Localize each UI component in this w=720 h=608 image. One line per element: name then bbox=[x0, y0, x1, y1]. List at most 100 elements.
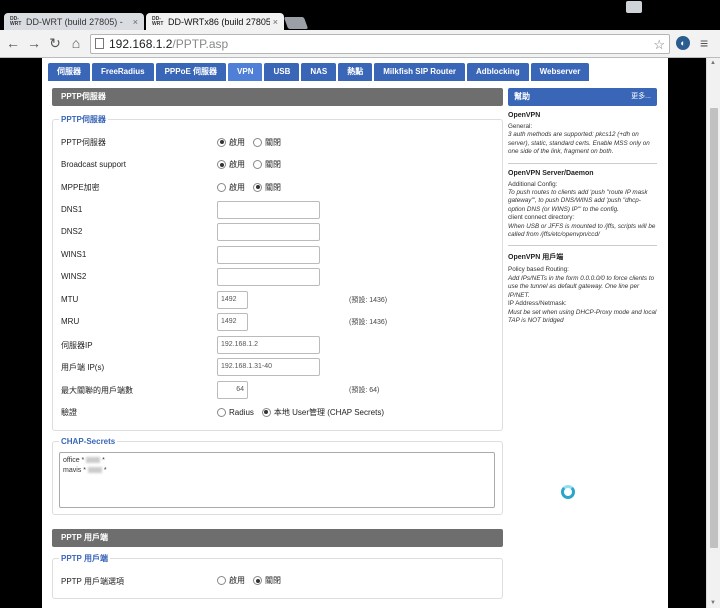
help-text: Additional Config: bbox=[508, 180, 558, 188]
address-bar[interactable]: 192.168.1.2/PPTP.asp ☆ bbox=[90, 34, 670, 54]
nav-item-usb[interactable]: USB bbox=[264, 63, 300, 81]
chap-line-2: mavis * * bbox=[63, 466, 107, 474]
enable-label: 啟用 bbox=[229, 576, 245, 586]
label-wins2: WINS2 bbox=[61, 272, 87, 281]
label-broadcast: Broadcast support bbox=[61, 159, 126, 169]
pptp-client-enable-radio[interactable] bbox=[217, 576, 226, 586]
chrome-menu-icon[interactable]: ≡ bbox=[700, 35, 708, 51]
wins2-field[interactable] bbox=[217, 268, 320, 287]
nav-item-server[interactable]: 伺服器 bbox=[48, 63, 90, 81]
client-ip-field[interactable]: 192.168.1.31-40 bbox=[217, 358, 320, 377]
back-arrow-icon[interactable]: ← bbox=[5, 35, 21, 51]
tab-strip: DD-WRT DD-WRT (build 27805) - × DD-WRT D… bbox=[0, 0, 720, 30]
pptp-server-legend: PPTP伺服器 bbox=[61, 115, 106, 124]
close-tab-icon[interactable]: × bbox=[133, 17, 138, 27]
enable-label: 啟用 bbox=[229, 160, 245, 170]
browser-tab-1[interactable]: DD-WRT DD-WRT (build 27805) - × bbox=[4, 13, 144, 30]
mru-row: MRU 1492 (預設: 1436) bbox=[59, 311, 496, 334]
auth-radius-radio[interactable] bbox=[217, 407, 226, 417]
dns2-field[interactable] bbox=[217, 223, 320, 242]
pptp-server-enable-radio[interactable] bbox=[217, 137, 226, 147]
label-mru: MRU bbox=[61, 317, 80, 326]
nav-item-pppoe-server[interactable]: PPPoE 伺服器 bbox=[155, 63, 227, 81]
help-title: 幫助 bbox=[514, 92, 530, 101]
local-auth-label: 本地 User管理 (CHAP Secrets) bbox=[273, 407, 384, 417]
redacted-secret bbox=[86, 456, 101, 463]
help-section-title: OpenVPN bbox=[508, 112, 541, 119]
broadcast-enable-radio[interactable] bbox=[217, 160, 226, 170]
mtu-row: MTU 1492 (預設: 1436) bbox=[59, 289, 496, 312]
dns2-row: DNS2 bbox=[59, 221, 496, 244]
window-menu-icon[interactable] bbox=[626, 1, 642, 13]
bookmark-star-icon[interactable]: ☆ bbox=[653, 36, 665, 54]
disable-label: 關閉 bbox=[265, 182, 281, 192]
close-tab-icon[interactable]: × bbox=[273, 17, 278, 27]
pptp-server-disable-radio[interactable] bbox=[253, 137, 262, 147]
help-section-title: OpenVPN Server/Daemon bbox=[508, 169, 594, 177]
dns1-field[interactable] bbox=[217, 200, 320, 219]
ddwrt-favicon-icon: DD-WRT bbox=[152, 15, 164, 27]
wins1-row: WINS1 bbox=[59, 244, 496, 267]
home-icon[interactable]: ⌂ bbox=[68, 35, 84, 51]
nav-item-adblocking[interactable]: Adblocking bbox=[467, 63, 529, 81]
new-tab-button[interactable] bbox=[283, 17, 309, 29]
label-mtu: MTU bbox=[61, 294, 79, 304]
mru-field[interactable]: 1492 bbox=[217, 313, 248, 332]
extension-icon[interactable]: ◐ bbox=[676, 36, 690, 50]
server-ip-row: 伺服器IP 192.168.1.2 bbox=[59, 334, 496, 357]
forward-arrow-icon[interactable]: → bbox=[26, 35, 42, 51]
page-scrollbar[interactable]: ▲ ▼ bbox=[706, 58, 720, 608]
mtu-field[interactable]: 1492 bbox=[217, 290, 248, 309]
scroll-down-icon[interactable]: ▼ bbox=[710, 600, 716, 606]
max-connections-row: 最大關聯的用戶端數 64 (預設: 64) bbox=[59, 379, 496, 402]
label-dns1: DNS1 bbox=[61, 204, 83, 214]
label-auth: 驗證 bbox=[61, 408, 77, 417]
help-text: 3 auth methods are supported: pkcs12 (+d… bbox=[508, 131, 650, 156]
label-pptp-client-option: PPTP 用戶端選項 bbox=[61, 576, 124, 586]
browser-toolbar: ← → ↻ ⌂ 192.168.1.2/PPTP.asp ☆ ◐ ≡ bbox=[0, 30, 720, 58]
help-text: IP Address/Netmask: bbox=[508, 300, 567, 308]
dns1-row: DNS1 bbox=[59, 199, 496, 222]
mppe-disable-radio[interactable] bbox=[253, 182, 262, 192]
mppe-enable-radio[interactable] bbox=[217, 182, 226, 192]
label-max-connections: 最大關聯的用戶端數 bbox=[61, 385, 133, 395]
enable-label: 啟用 bbox=[229, 137, 245, 147]
nav-item-hotspot[interactable]: 熱點 bbox=[338, 63, 373, 81]
chap-secrets-legend: CHAP-Secrets bbox=[61, 436, 116, 446]
help-more-link[interactable]: 更多... bbox=[631, 88, 651, 106]
radius-label: Radius bbox=[229, 407, 254, 417]
max-connections-default-hint: (預設: 64) bbox=[349, 386, 380, 394]
label-server-ip: 伺服器IP bbox=[61, 340, 93, 350]
browser-tab-2[interactable]: DD-WRT DD-WRTx86 (build 27805 × bbox=[146, 13, 284, 30]
scrollbar-thumb[interactable] bbox=[710, 108, 718, 548]
pptp-server-row: PPTP伺服器 啟用 關閉 bbox=[59, 131, 496, 154]
nav-item-webserver[interactable]: Webserver bbox=[530, 63, 590, 81]
pptp-client-legend: PPTP 用戶端 bbox=[61, 553, 108, 563]
pptp-client-header: PPTP 用戶端 bbox=[52, 528, 503, 547]
nav-item-freeradius[interactable]: FreeRadius bbox=[92, 63, 154, 81]
label-dns2: DNS2 bbox=[61, 227, 83, 236]
disable-label: 關閉 bbox=[265, 160, 281, 170]
nav-item-vpn[interactable]: VPN bbox=[228, 63, 263, 81]
broadcast-disable-radio[interactable] bbox=[253, 160, 262, 170]
auth-local-radio[interactable] bbox=[261, 407, 271, 417]
server-ip-field[interactable]: 192.168.1.2 bbox=[217, 335, 320, 354]
scroll-up-icon[interactable]: ▲ bbox=[710, 60, 716, 66]
enable-label: 啟用 bbox=[229, 182, 245, 192]
pptp-client-option-row: PPTP 用戶端選項 啟用 關閉 bbox=[59, 570, 496, 593]
nav-item-nas[interactable]: NAS bbox=[301, 63, 337, 81]
nav-item-milkfish[interactable]: Milkfish SIP Router bbox=[374, 63, 466, 81]
mppe-row: MPPE加密 啟用 關閉 bbox=[59, 176, 496, 199]
chap-secrets-textarea[interactable]: office * * mavis * * bbox=[59, 451, 495, 508]
ddwrt-page: 伺服器 FreeRadius PPPoE 伺服器 VPN USB NAS 熱點 … bbox=[42, 58, 668, 608]
pptp-client-disable-radio[interactable] bbox=[253, 576, 262, 586]
reload-icon[interactable]: ↻ bbox=[47, 35, 63, 51]
wins1-field[interactable] bbox=[217, 245, 320, 264]
disable-label: 關閉 bbox=[265, 576, 281, 586]
help-panel: 幫助 更多... OpenVPN General: 3 auth methods… bbox=[508, 88, 657, 331]
client-ip-row: 用戶端 IP(s) 192.168.1.31-40 bbox=[59, 356, 496, 379]
label-mppe: MPPE加密 bbox=[61, 183, 100, 192]
max-connections-field[interactable]: 64 bbox=[217, 380, 248, 399]
submenu: 伺服器 FreeRadius PPPoE 伺服器 VPN USB NAS 熱點 … bbox=[48, 63, 590, 81]
help-text: When USB or JFFS is mounted to /jffs, sc… bbox=[508, 222, 656, 239]
